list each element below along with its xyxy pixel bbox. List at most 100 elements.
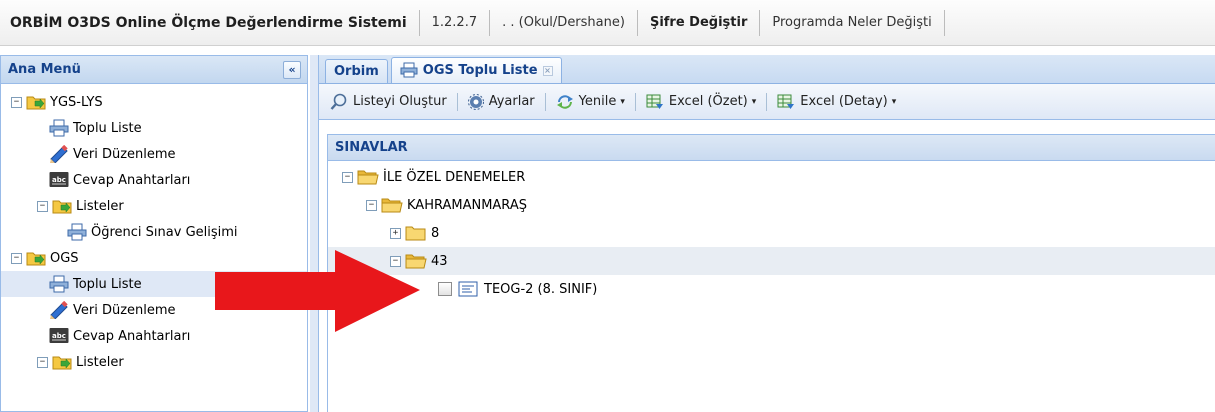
tab-ogs-toplu-liste[interactable]: OGS Toplu Liste ×	[390, 57, 562, 83]
sidebar-item-label: Toplu Liste	[73, 120, 142, 136]
school-label: . . (Okul/Dershane)	[502, 15, 625, 30]
printer-icon	[49, 275, 69, 293]
whats-new-link[interactable]: Programda Neler Değişti	[772, 15, 931, 30]
excel-icon	[646, 94, 664, 110]
tree-toggle[interactable]: +	[390, 227, 401, 239]
refresh-button[interactable]: Yenile ▾	[551, 90, 630, 114]
tree-toggle[interactable]: −	[11, 96, 22, 108]
folder-open-icon	[357, 169, 379, 185]
toolbar-separator	[766, 92, 768, 111]
printer-icon	[67, 223, 87, 241]
excel-summary-label: Excel (Özet)	[668, 94, 748, 109]
folder-arrow-icon	[52, 197, 72, 215]
settings-button[interactable]: Ayarlar	[463, 90, 540, 114]
app-title: ORBİM O3DS Online Ölçme Değerlendirme Si…	[10, 14, 407, 31]
school-item: . . (Okul/Dershane)	[490, 9, 638, 36]
exam-node-label: İLE ÖZEL DENEMELER	[383, 169, 526, 185]
printer-icon	[400, 62, 418, 80]
top-bar: ORBİM O3DS Online Ölçme Değerlendirme Si…	[0, 0, 1215, 46]
pencil-icon	[49, 145, 69, 163]
exams-header: SINAVLAR	[328, 135, 1215, 161]
excel-icon	[777, 94, 795, 110]
collapse-button[interactable]: «	[283, 60, 301, 79]
svg-text:abc: abc	[52, 176, 66, 184]
change-password-link[interactable]: Şifre Değiştir	[650, 15, 747, 30]
sidebar-item-veri-duzenleme[interactable]: Veri Düzenleme	[49, 297, 176, 323]
exam-node-kahramanmaras[interactable]: − KAHRAMANMARAŞ	[366, 191, 527, 219]
tree-toggle[interactable]: −	[342, 171, 353, 183]
change-password-item[interactable]: Şifre Değiştir	[638, 9, 761, 36]
app-title-item: ORBİM O3DS Online Ölçme Değerlendirme Si…	[10, 9, 420, 36]
pencil-icon	[49, 301, 69, 319]
folder-arrow-icon	[26, 93, 46, 111]
main-menu-panel: Ana Menü « − YGS-LYS Toplu Liste Veri Düzen…	[0, 55, 308, 412]
create-list-button[interactable]: Listeyi Oluştur	[325, 90, 452, 114]
exams-tree-panel: SINAVLAR − İLE ÖZEL DENEMELER − KAHRAMANMAR…	[327, 134, 1215, 412]
create-list-label: Listeyi Oluştur	[353, 94, 447, 109]
sidebar-item-cevap-anahtarlari[interactable]: abc Cevap Anahtarları	[49, 167, 190, 193]
sidebar-item-ygs-lys[interactable]: − YGS-LYS	[11, 89, 103, 115]
exam-node-8[interactable]: +8	[390, 219, 439, 247]
exam-node-43[interactable]: −43	[328, 247, 1215, 275]
sidebar-item-label: Veri Düzenleme	[73, 146, 176, 162]
gear-icon	[467, 93, 484, 110]
exam-node-ile-ozel-denemeler[interactable]: − İLE ÖZEL DENEMELER	[342, 163, 525, 191]
sidebar-item-label: OGS	[50, 250, 79, 266]
tab-orbim-label: Orbim	[334, 64, 379, 79]
settings-label: Ayarlar	[488, 94, 535, 109]
exam-node-teog-2-8-sinif[interactable]: TEOG-2 (8. SINIF)	[438, 275, 597, 303]
sidebar-item-veri-duzenleme[interactable]: Veri Düzenleme	[49, 141, 176, 167]
whats-new-item[interactable]: Programda Neler Değişti	[760, 9, 945, 36]
chevron-down-icon: ▾	[620, 96, 625, 107]
sidebar-item-label: Toplu Liste	[73, 276, 142, 292]
excel-detail-label: Excel (Detay)	[800, 94, 888, 109]
sidebar-item-label: Öğrenci Sınav Gelişimi	[91, 224, 238, 240]
sidebar-item-cevap-anahtarlari[interactable]: abc Cevap Anahtarları	[49, 323, 190, 349]
refresh-label: Yenile	[578, 94, 617, 109]
folder-arrow-icon	[52, 353, 72, 371]
sidebar-item-ogs[interactable]: − OGS	[11, 245, 79, 271]
sidebar-item-listeler[interactable]: − Listeler	[37, 193, 124, 219]
folder-open-icon	[381, 197, 403, 213]
main-menu-title: Ana Menü	[8, 62, 81, 77]
printer-icon	[49, 119, 69, 137]
folder-icon	[405, 225, 427, 241]
folder-arrow-icon	[26, 249, 46, 267]
excel-summary-button[interactable]: Excel (Özet) ▾	[641, 90, 761, 114]
tree-toggle[interactable]: −	[366, 199, 377, 211]
sidebar-item-label: Listeler	[76, 354, 124, 370]
form-icon	[458, 281, 480, 297]
excel-detail-button[interactable]: Excel (Detay) ▾	[772, 90, 901, 114]
exam-node-label: 8	[431, 225, 440, 241]
sidebar-item-ogrenci-sinav-gelisimi[interactable]: Öğrenci Sınav Gelişimi	[67, 219, 238, 245]
tree-toggle[interactable]: −	[37, 356, 48, 368]
sidebar-item-toplu-liste[interactable]: Toplu Liste	[49, 115, 142, 141]
version-label: 1.2.2.7	[431, 15, 478, 30]
panel-splitter[interactable]	[310, 55, 318, 412]
tree-toggle[interactable]: −	[37, 200, 48, 212]
exam-node-label: KAHRAMANMARAŞ	[407, 197, 527, 213]
svg-text:abc: abc	[52, 332, 66, 340]
exam-node-label: 43	[431, 253, 448, 269]
sidebar-item-label: YGS-LYS	[50, 94, 103, 110]
sidebar-item-label: Veri Düzenleme	[73, 302, 176, 318]
exam-checkbox[interactable]	[438, 282, 452, 296]
tree-toggle[interactable]: −	[11, 252, 22, 264]
toolbar-separator	[544, 92, 546, 111]
tab-strip: Orbim OGS Toplu Liste ×	[319, 55, 1215, 84]
version-item: 1.2.2.7	[420, 9, 491, 36]
toolbar-separator	[634, 92, 636, 111]
tab-orbim[interactable]: Orbim	[325, 59, 388, 83]
chevron-down-icon: ▾	[891, 96, 897, 107]
toolbar-separator	[456, 92, 458, 111]
sidebar-item-label: Cevap Anahtarları	[73, 172, 191, 188]
sidebar-item-label: Listeler	[76, 198, 124, 214]
toolbar: Listeyi Oluştur Ayarlar Yenile ▾ Excel (…	[319, 84, 1215, 120]
sidebar-item-listeler[interactable]: − Listeler	[37, 349, 124, 375]
abc-icon: abc	[49, 327, 69, 345]
close-icon[interactable]: ×	[542, 65, 553, 76]
chevron-down-icon: ▾	[751, 96, 757, 107]
tab-ogs-label: OGS Toplu Liste	[422, 63, 538, 78]
main-menu-header: Ana Menü «	[1, 56, 307, 84]
sidebar-item-label: Cevap Anahtarları	[73, 328, 191, 344]
